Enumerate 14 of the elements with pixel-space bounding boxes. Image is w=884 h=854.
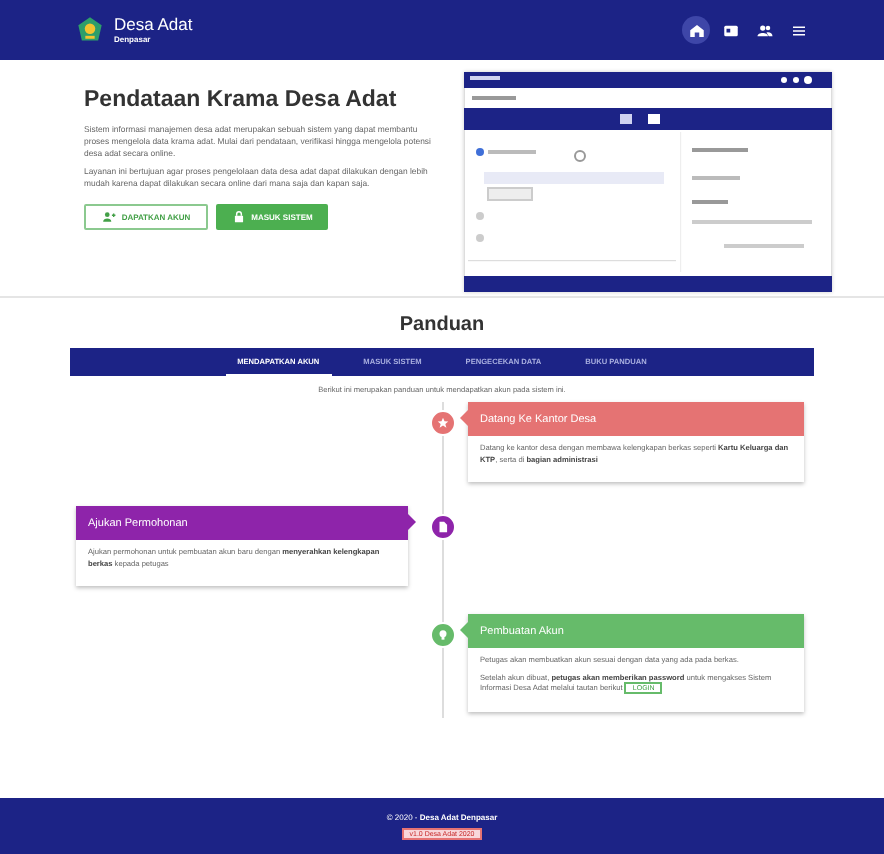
emblem-icon <box>76 16 104 44</box>
home-icon <box>687 21 705 39</box>
bulb-icon <box>436 628 450 642</box>
section-title: Panduan <box>399 314 485 336</box>
home-button[interactable] <box>682 16 710 44</box>
people-icon <box>755 21 773 39</box>
add-user-icon <box>101 210 116 224</box>
lock-icon <box>231 210 246 224</box>
card-icon <box>721 21 739 39</box>
hero-title: Pendataan Krama Desa Adat <box>84 88 399 112</box>
star-icon <box>436 416 450 430</box>
site-title: Desa Adat <box>114 16 193 34</box>
menu-icon <box>789 21 807 39</box>
file-icon <box>436 520 450 534</box>
